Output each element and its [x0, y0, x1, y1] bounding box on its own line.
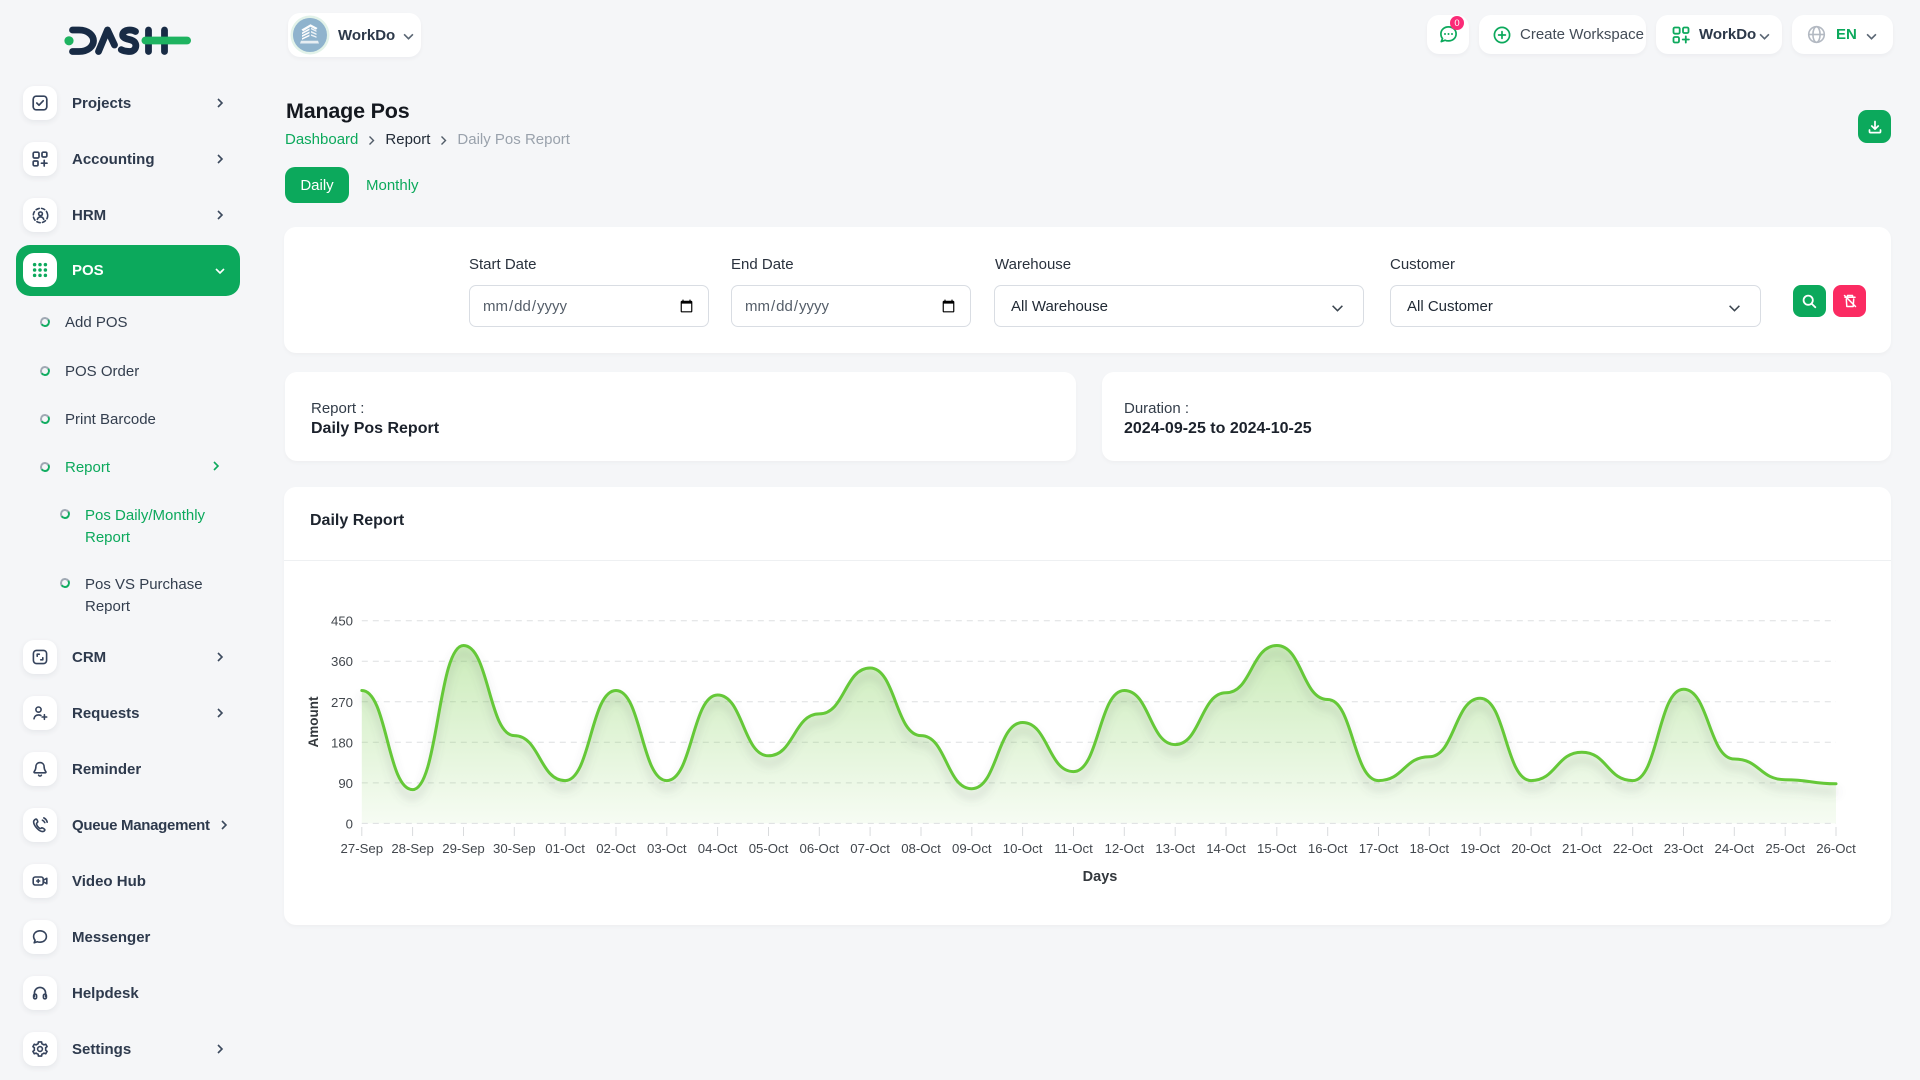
svg-text:09-Oct: 09-Oct [952, 841, 992, 856]
svg-text:18-Oct: 18-Oct [1410, 841, 1450, 856]
svg-text:27-Sep: 27-Sep [341, 841, 384, 856]
svg-text:29-Sep: 29-Sep [442, 841, 485, 856]
svg-text:11-Oct: 11-Oct [1054, 841, 1093, 856]
svg-text:13-Oct: 13-Oct [1155, 841, 1195, 856]
svg-text:17-Oct: 17-Oct [1359, 841, 1399, 856]
svg-text:14-Oct: 14-Oct [1206, 841, 1246, 856]
svg-text:12-Oct: 12-Oct [1105, 841, 1145, 856]
svg-text:450: 450 [331, 614, 353, 629]
svg-text:0: 0 [346, 816, 353, 831]
svg-text:90: 90 [338, 776, 353, 791]
svg-text:08-Oct: 08-Oct [901, 841, 941, 856]
svg-text:02-Oct: 02-Oct [596, 841, 636, 856]
svg-text:15-Oct: 15-Oct [1257, 841, 1297, 856]
svg-text:24-Oct: 24-Oct [1715, 841, 1755, 856]
svg-text:270: 270 [331, 695, 353, 710]
svg-text:01-Oct: 01-Oct [545, 841, 585, 856]
svg-text:28-Sep: 28-Sep [391, 841, 434, 856]
svg-text:180: 180 [331, 735, 353, 750]
svg-text:Days: Days [1083, 869, 1118, 885]
svg-text:30-Sep: 30-Sep [493, 841, 536, 856]
svg-text:21-Oct: 21-Oct [1562, 841, 1602, 856]
svg-text:06-Oct: 06-Oct [800, 841, 840, 856]
svg-text:Amount: Amount [306, 696, 321, 747]
svg-text:16-Oct: 16-Oct [1308, 841, 1348, 856]
svg-text:26-Oct: 26-Oct [1816, 841, 1856, 856]
svg-text:20-Oct: 20-Oct [1511, 841, 1551, 856]
svg-text:05-Oct: 05-Oct [749, 841, 789, 856]
svg-text:04-Oct: 04-Oct [698, 841, 738, 856]
svg-text:360: 360 [331, 654, 353, 669]
svg-text:03-Oct: 03-Oct [647, 841, 687, 856]
svg-text:07-Oct: 07-Oct [850, 841, 890, 856]
svg-text:22-Oct: 22-Oct [1613, 841, 1653, 856]
svg-text:23-Oct: 23-Oct [1664, 841, 1704, 856]
svg-text:19-Oct: 19-Oct [1460, 841, 1500, 856]
svg-text:25-Oct: 25-Oct [1765, 841, 1805, 856]
svg-text:10-Oct: 10-Oct [1003, 841, 1043, 856]
